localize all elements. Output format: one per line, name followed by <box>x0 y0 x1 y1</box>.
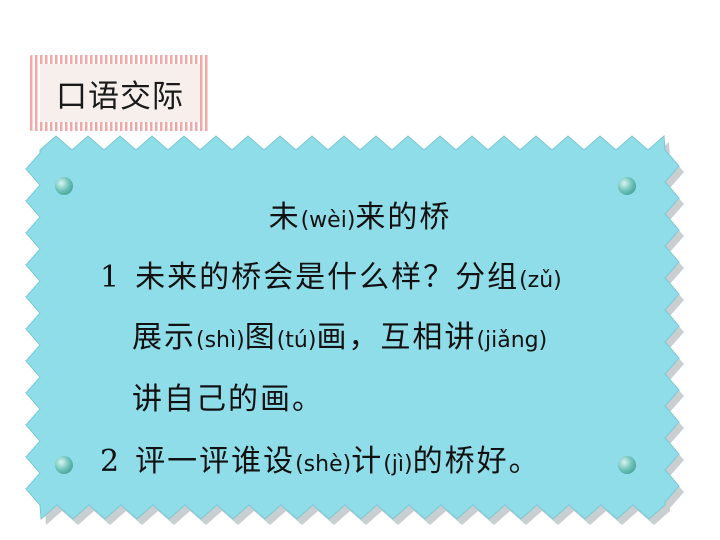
item-1-line-1: 1 未来的桥会是什么样？分组(zǔ) <box>100 260 562 295</box>
item-1-number: 1 <box>100 260 122 295</box>
corner-dot-bottom-right <box>618 456 636 474</box>
card-title: 未(wèi)来的桥 <box>268 200 452 235</box>
item-1-line-3: 讲自己的画。 <box>132 382 324 417</box>
task-card: 未(wèi)来的桥 1 未来的桥会是什么样？分组(zǔ) 展示(shì)图(tú)… <box>0 0 720 540</box>
item-1-line-2: 展示(shì)图(tú)画，互相讲(jiǎng) <box>132 320 548 355</box>
corner-dot-bottom-left <box>55 456 73 474</box>
item-2-number: 2 <box>100 444 122 479</box>
item-2-line-1: 2 评一评谁设(shè)计(jì)的桥好。 <box>100 444 541 479</box>
